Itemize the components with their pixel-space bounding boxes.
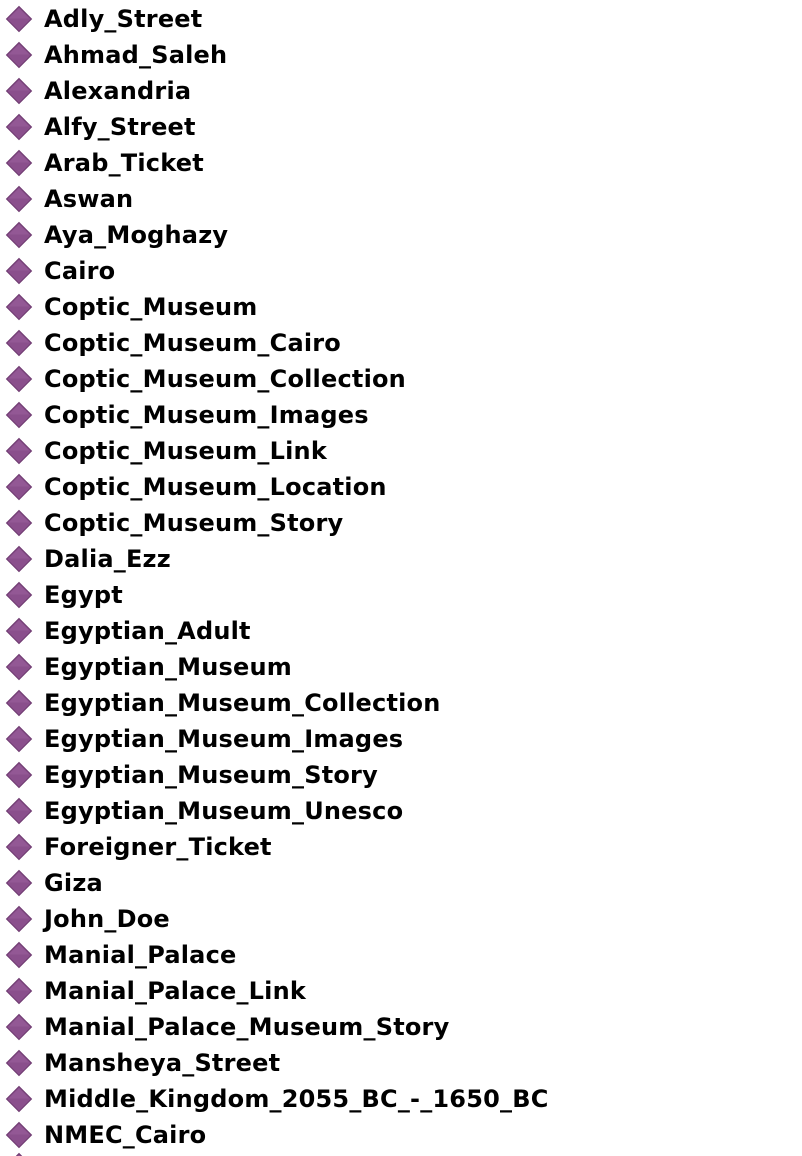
list-item[interactable]: Foreigner_Ticket bbox=[0, 829, 802, 865]
individual-diamond-icon bbox=[5, 797, 33, 825]
list-item[interactable]: Manial_Palace bbox=[0, 937, 802, 973]
list-item[interactable]: Alfy_Street bbox=[0, 109, 802, 145]
individual-diamond-icon bbox=[5, 293, 33, 321]
list-item-label: Manial_Palace bbox=[44, 941, 237, 969]
list-item-label: Coptic_Museum_Collection bbox=[44, 365, 406, 393]
individual-diamond-icon bbox=[5, 329, 33, 357]
list-item-label: Aswan bbox=[44, 185, 134, 213]
individual-diamond-icon bbox=[5, 1121, 33, 1149]
list-item[interactable]: Mansheya_Street bbox=[0, 1045, 802, 1081]
list-item[interactable]: Coptic_Museum_Images bbox=[0, 397, 802, 433]
list-item[interactable]: Egyptian_Adult bbox=[0, 613, 802, 649]
list-item[interactable]: John_Doe bbox=[0, 901, 802, 937]
individual-diamond-icon bbox=[5, 509, 33, 537]
individual-diamond-icon bbox=[5, 1085, 33, 1113]
individual-diamond-icon bbox=[5, 257, 33, 285]
individual-diamond-icon bbox=[5, 5, 33, 33]
individual-diamond-icon bbox=[5, 653, 33, 681]
list-item[interactable]: Dalia_Ezz bbox=[0, 541, 802, 577]
individual-diamond-icon bbox=[5, 473, 33, 501]
list-item-label: Coptic_Museum_Link bbox=[44, 437, 327, 465]
individual-diamond-icon bbox=[5, 545, 33, 573]
individual-diamond-icon bbox=[5, 977, 33, 1005]
list-item[interactable]: Coptic_Museum bbox=[0, 289, 802, 325]
list-item-label: Dalia_Ezz bbox=[44, 545, 171, 573]
individual-diamond-icon bbox=[5, 617, 33, 645]
list-item-label: Egyptian_Museum_Collection bbox=[44, 689, 441, 717]
list-item[interactable]: Egyptian_Museum_Story bbox=[0, 757, 802, 793]
list-item[interactable]: Egyptian_Museum_Unesco bbox=[0, 793, 802, 829]
list-item-label: Foreigner_Ticket bbox=[44, 833, 272, 861]
list-item-label: Alfy_Street bbox=[44, 113, 196, 141]
list-item-label: Arab_Ticket bbox=[44, 149, 204, 177]
list-item-label: Aya_Moghazy bbox=[44, 221, 229, 249]
list-item[interactable]: Coptic_Museum_Collection bbox=[0, 361, 802, 397]
list-item-label: Egyptian_Adult bbox=[44, 617, 251, 645]
individual-diamond-icon bbox=[5, 905, 33, 933]
list-item-label: Egyptian_Museum_Images bbox=[44, 725, 404, 753]
list-item[interactable]: Egyptian_Museum_Collection bbox=[0, 685, 802, 721]
list-item[interactable]: Alexandria bbox=[0, 73, 802, 109]
individual-diamond-icon bbox=[5, 725, 33, 753]
list-item-label: Coptic_Museum_Images bbox=[44, 401, 369, 429]
individual-diamond-icon bbox=[5, 365, 33, 393]
list-item-label: Manial_Palace_Museum_Story bbox=[44, 1013, 450, 1041]
list-item-label: Egyptian_Museum_Unesco bbox=[44, 797, 404, 825]
list-item-label: Cairo bbox=[44, 257, 116, 285]
list-item[interactable]: Aswan bbox=[0, 181, 802, 217]
list-item-label: Manial_Palace_Link bbox=[44, 977, 307, 1005]
individual-diamond-icon bbox=[5, 761, 33, 789]
list-item-label: Mansheya_Street bbox=[44, 1049, 281, 1077]
list-item-label: Egypt bbox=[44, 581, 123, 609]
list-item[interactable]: Manial_Palace_Link bbox=[0, 973, 802, 1009]
list-item-label: Giza bbox=[44, 869, 103, 897]
list-item[interactable]: Ahmad_Saleh bbox=[0, 37, 802, 73]
individual-diamond-icon bbox=[5, 869, 33, 897]
list-item[interactable]: Middle_Kingdom_2055_BC_-_1650_BC bbox=[0, 1081, 802, 1117]
list-item-label: Ahmad_Saleh bbox=[44, 41, 228, 69]
individual-diamond-icon bbox=[5, 401, 33, 429]
list-item-label: Adly_Street bbox=[44, 5, 203, 33]
list-item-label: Alexandria bbox=[44, 77, 192, 105]
individual-diamond-icon bbox=[5, 833, 33, 861]
list-item-label: Coptic_Museum bbox=[44, 293, 258, 321]
individual-diamond-icon bbox=[5, 437, 33, 465]
list-item-label: Coptic_Museum_Story bbox=[44, 509, 344, 537]
list-item-label: Egyptian_Museum bbox=[44, 653, 293, 681]
individual-diamond-icon bbox=[5, 941, 33, 969]
individual-diamond-icon bbox=[5, 41, 33, 69]
individual-diamond-icon bbox=[5, 1013, 33, 1041]
list-item-label: John_Doe bbox=[44, 905, 170, 933]
list-item[interactable]: Coptic_Museum_Location bbox=[0, 469, 802, 505]
list-item[interactable]: Arab_Ticket bbox=[0, 145, 802, 181]
list-item[interactable]: Egyptian_Museum_Images bbox=[0, 721, 802, 757]
individual-diamond-icon bbox=[5, 185, 33, 213]
individual-diamond-icon bbox=[15, 1152, 23, 1156]
list-item-label: Coptic_Museum_Location bbox=[44, 473, 387, 501]
list-item[interactable]: Giza bbox=[0, 865, 802, 901]
individuals-list: Adly_Street Ahmad_Saleh Alexandria Alfy_… bbox=[0, 1, 802, 1153]
list-item-label: NMEC_Cairo bbox=[44, 1121, 207, 1149]
list-item-label: Egyptian_Museum_Story bbox=[44, 761, 378, 789]
list-item-label: Middle_Kingdom_2055_BC_-_1650_BC bbox=[44, 1085, 549, 1113]
list-item[interactable]: Coptic_Museum_Link bbox=[0, 433, 802, 469]
individual-diamond-icon bbox=[5, 689, 33, 717]
individual-diamond-icon bbox=[5, 1049, 33, 1077]
individual-diamond-icon bbox=[5, 149, 33, 177]
list-item[interactable]: Manial_Palace_Museum_Story bbox=[0, 1009, 802, 1045]
list-item[interactable]: Aya_Moghazy bbox=[0, 217, 802, 253]
individual-diamond-icon bbox=[5, 77, 33, 105]
list-item-label: Coptic_Museum_Cairo bbox=[44, 329, 341, 357]
individual-diamond-icon bbox=[5, 221, 33, 249]
list-item[interactable]: Egyptian_Museum bbox=[0, 649, 802, 685]
list-item[interactable]: NMEC_Cairo bbox=[0, 1117, 802, 1153]
individual-diamond-icon bbox=[5, 113, 33, 141]
list-item[interactable]: Coptic_Museum_Story bbox=[0, 505, 802, 541]
list-item[interactable]: Cairo bbox=[0, 253, 802, 289]
individual-diamond-icon bbox=[5, 581, 33, 609]
list-item[interactable]: Adly_Street bbox=[0, 1, 802, 37]
list-item[interactable]: Egypt bbox=[0, 577, 802, 613]
list-item[interactable]: Coptic_Museum_Cairo bbox=[0, 325, 802, 361]
